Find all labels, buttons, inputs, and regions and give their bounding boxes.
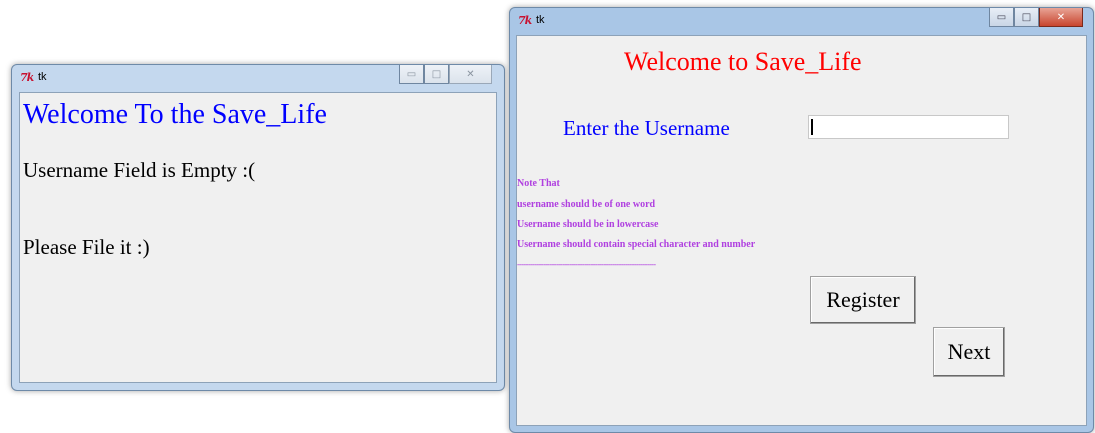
window-title: tk	[38, 71, 47, 83]
username-input[interactable]	[808, 115, 1009, 139]
text-caret	[811, 119, 813, 135]
right-window: 7k tk ▭ □ ✕ Welcome to Save_Life Enter t…	[509, 7, 1094, 433]
left-client-area: Welcome To the Save_Life Username Field …	[19, 92, 497, 383]
error-message: Username Field is Empty :(	[23, 158, 256, 182]
page-title: Welcome To the Save_Life	[23, 99, 327, 130]
note-separator: ----------------------------------------…	[517, 260, 656, 269]
close-button[interactable]: ✕	[1039, 8, 1083, 27]
instruction-message: Please File it :)	[23, 235, 150, 259]
next-button[interactable]: Next	[933, 327, 1005, 377]
minimize-button[interactable]: ▭	[989, 8, 1014, 27]
username-label: Enter the Username	[563, 116, 730, 140]
window-title: tk	[536, 14, 545, 26]
note-line: Username should be in lowercase	[517, 219, 659, 230]
note-line: Username should contain special characte…	[517, 239, 756, 250]
note-line: username should be of one word	[517, 199, 656, 210]
close-button[interactable]: ✕	[449, 65, 492, 84]
tk-feather-icon: 7k	[518, 14, 532, 27]
page-title: Welcome to Save_Life	[624, 47, 862, 76]
note-line: Note That	[517, 178, 560, 189]
minimize-button[interactable]: ▭	[399, 65, 424, 84]
tk-feather-icon: 7k	[20, 71, 34, 84]
maximize-button[interactable]: □	[424, 65, 449, 84]
right-client-area: Welcome to Save_Life Enter the Username …	[516, 35, 1087, 426]
left-titlebar[interactable]: 7k tk ▭ □ ✕	[12, 65, 504, 93]
register-button[interactable]: Register	[810, 276, 916, 324]
right-titlebar[interactable]: 7k tk ▭ □ ✕	[510, 8, 1093, 36]
left-window: 7k tk ▭ □ ✕ Welcome To the Save_Life Use…	[11, 64, 505, 391]
maximize-button[interactable]: □	[1014, 8, 1039, 27]
